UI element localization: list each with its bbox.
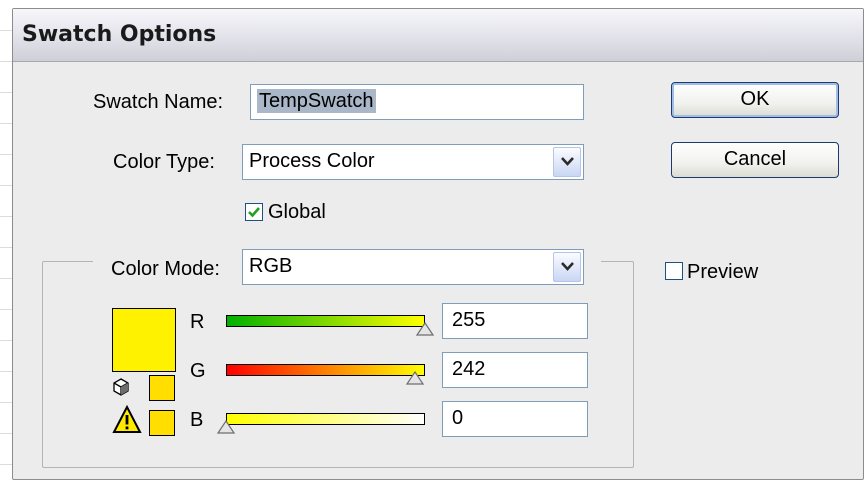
dropdown-arrow-icon[interactable] — [553, 147, 581, 177]
channel-b-label: B — [190, 409, 204, 431]
color-type-label: Color Type: — [113, 151, 215, 173]
checkmark-icon — [248, 207, 260, 218]
swatch-options-dialog: Swatch Options Swatch Name: TempSwatch C… — [12, 8, 864, 480]
g-slider-track[interactable] — [226, 364, 425, 376]
swatch-name-value: TempSwatch — [257, 89, 376, 113]
color-mode-dropdown[interactable]: RGB — [242, 249, 584, 285]
preview-checkbox[interactable] — [665, 262, 683, 280]
swatch-name-label: Swatch Name: — [93, 91, 224, 113]
warning-icon — [112, 405, 142, 433]
color-type-dropdown[interactable]: Process Color — [242, 144, 584, 180]
slider-thumb-icon[interactable] — [405, 371, 424, 385]
cancel-button[interactable]: Cancel — [671, 142, 839, 178]
r-value-input[interactable]: 255 — [442, 303, 588, 339]
channel-r-label: R — [190, 311, 205, 333]
cube-icon — [113, 378, 129, 396]
gamut-swatch[interactable] — [149, 410, 175, 436]
swatch-name-input[interactable]: TempSwatch — [250, 84, 584, 120]
channel-g-label: G — [190, 360, 206, 382]
dropdown-arrow-icon[interactable] — [553, 252, 581, 282]
b-slider-track[interactable] — [226, 413, 425, 425]
color-mode-label: Color Mode: — [111, 258, 220, 280]
left-ruler-strip — [0, 0, 12, 483]
slider-thumb-icon[interactable] — [416, 322, 434, 336]
global-label: Global — [268, 201, 326, 223]
global-checkbox[interactable] — [245, 203, 263, 221]
web-safe-swatch[interactable] — [149, 375, 175, 401]
color-type-value: Process Color — [249, 150, 375, 172]
ok-button[interactable]: OK — [671, 82, 839, 118]
slider-thumb-icon[interactable] — [217, 420, 235, 434]
dialog-title: Swatch Options — [22, 22, 217, 47]
b-value-input[interactable]: 0 — [442, 401, 588, 437]
title-bar[interactable]: Swatch Options — [13, 9, 863, 62]
color-mode-value: RGB — [249, 255, 293, 277]
g-value-input[interactable]: 242 — [442, 352, 588, 388]
preview-label: Preview — [687, 261, 759, 283]
color-swatch-preview — [112, 308, 176, 372]
r-slider-track[interactable] — [226, 315, 425, 327]
